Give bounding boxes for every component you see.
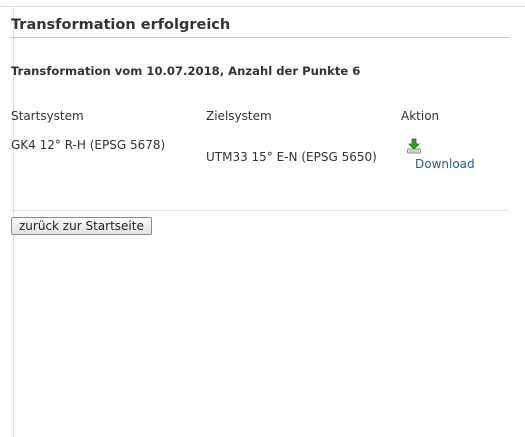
action-cell: Download [401, 138, 509, 171]
source-system-cell: GK4 12° R-H (EPSG 5678) [11, 138, 166, 152]
header-zielsystem: Zielsystem [206, 109, 272, 123]
transformation-table: Startsystem Zielsystem Aktion GK4 12° R-… [11, 104, 509, 171]
table-header-row: Startsystem Zielsystem Aktion [11, 104, 509, 124]
header-startsystem: Startsystem [11, 109, 84, 123]
back-to-start-button[interactable]: zurück zur Startseite [11, 217, 152, 235]
page-title: Transformation erfolgreich [11, 17, 509, 38]
section-divider [11, 210, 509, 211]
top-divider [0, 0, 525, 7]
spacer-row [11, 124, 509, 138]
table-row: GK4 12° R-H (EPSG 5678) UTM33 15° E-N (E… [11, 138, 509, 171]
download-link[interactable]: Download [415, 157, 509, 171]
download-icon[interactable] [406, 138, 422, 154]
header-aktion: Aktion [401, 109, 440, 123]
target-system-cell: UTM33 15° E-N (EPSG 5650) [206, 150, 377, 164]
transformation-summary: Transformation vom 10.07.2018, Anzahl de… [11, 64, 361, 78]
